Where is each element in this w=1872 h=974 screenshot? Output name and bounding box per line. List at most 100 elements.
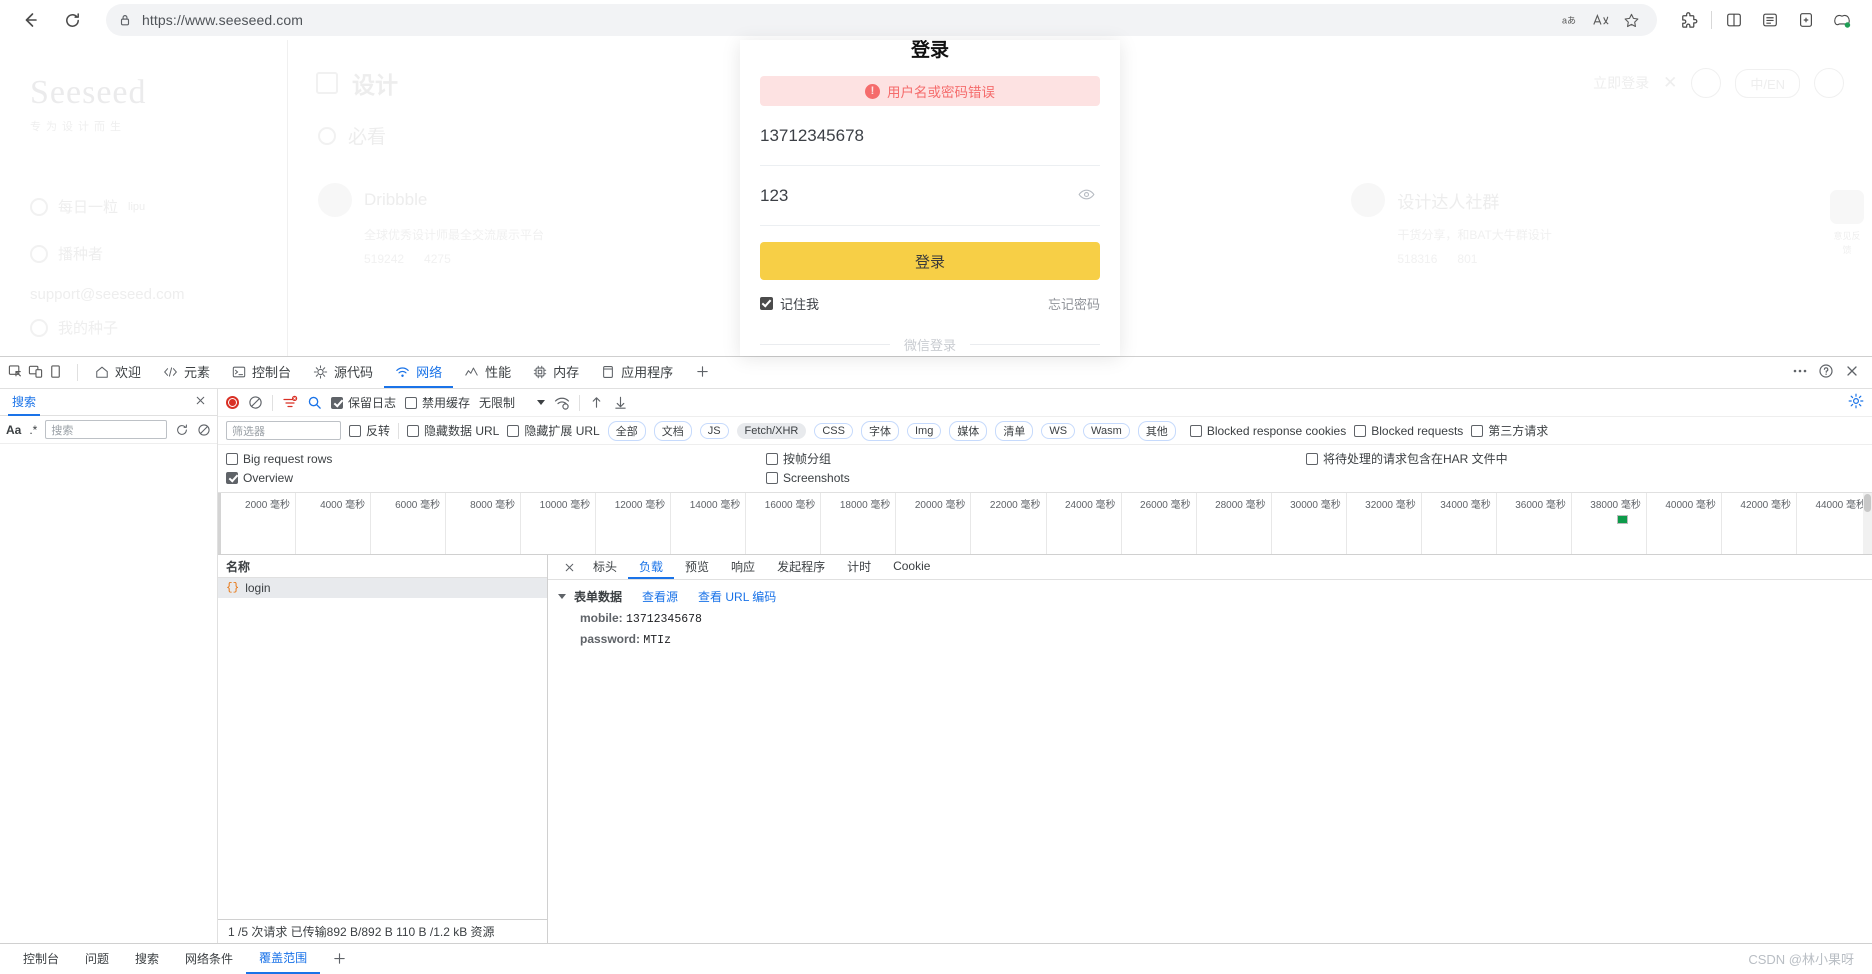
- hide-extension-urls-checkbox[interactable]: 隐藏扩展 URL: [507, 422, 600, 439]
- translate-icon[interactable]: [1587, 6, 1615, 34]
- back-button[interactable]: [14, 4, 46, 36]
- filter-chip-all[interactable]: 全部: [607, 420, 646, 441]
- extensions-icon[interactable]: [1673, 4, 1705, 36]
- read-aloud-icon[interactable]: aあ: [1557, 6, 1585, 34]
- forgot-password-link[interactable]: 忘记密码: [1048, 294, 1100, 313]
- network-overview-timeline[interactable]: 2000 毫秒 4000 毫秒 6000 毫秒 8000 毫秒 10000 毫秒 1200…: [218, 493, 1872, 555]
- detail-tab-headers[interactable]: 标头: [582, 555, 628, 579]
- tab-sources[interactable]: 源代码: [302, 357, 384, 388]
- invert-checkbox[interactable]: 反转: [349, 422, 390, 439]
- password-field[interactable]: 123: [760, 166, 1100, 226]
- checkbox-icon[interactable]: [766, 471, 778, 484]
- import-har-icon[interactable]: [589, 395, 604, 410]
- remember-me-checkbox[interactable]: 记住我: [760, 294, 819, 313]
- drawer-tab-coverage[interactable]: 覆盖范围: [246, 943, 321, 974]
- tab-application[interactable]: 应用程序: [590, 357, 684, 388]
- third-party-checkbox[interactable]: 第三方请求: [1471, 422, 1548, 439]
- close-icon[interactable]: [1844, 363, 1860, 382]
- refresh-icon[interactable]: [175, 423, 189, 437]
- checkbox-icon[interactable]: [226, 452, 238, 465]
- sidebar-item-email[interactable]: support@seeseed.com: [30, 286, 287, 303]
- filter-chip-doc[interactable]: 文档: [653, 420, 692, 441]
- drawer-tab-issues[interactable]: 问题: [72, 944, 122, 974]
- detail-tab-payload[interactable]: 负载: [628, 555, 675, 579]
- regex-button[interactable]: .*: [29, 423, 37, 437]
- chevron-down-icon[interactable]: [558, 594, 566, 599]
- blocked-response-cookies-checkbox[interactable]: Blocked response cookies: [1189, 424, 1346, 438]
- drawer-tab-network-conditions[interactable]: 网络条件: [172, 944, 246, 974]
- tab-elements[interactable]: 元素: [152, 357, 221, 388]
- filter-chip-font[interactable]: 字体: [860, 420, 899, 441]
- help-icon[interactable]: [1818, 363, 1834, 382]
- view-source-link[interactable]: 查看源: [642, 588, 678, 605]
- plus-icon[interactable]: [320, 951, 359, 966]
- favorite-star-icon[interactable]: [1617, 6, 1645, 34]
- eye-icon[interactable]: [1077, 185, 1096, 207]
- detail-tab-preview[interactable]: 预览: [674, 555, 720, 579]
- drawer-tab-search[interactable]: 搜索: [122, 944, 172, 974]
- filter-chip-js[interactable]: JS: [699, 422, 729, 439]
- filter-input[interactable]: 筛选器: [226, 421, 341, 440]
- login-submit-button[interactable]: 登录: [760, 242, 1100, 280]
- filter-chip-fetch-xhr[interactable]: Fetch/XHR: [736, 422, 807, 439]
- tab-performance[interactable]: 性能: [453, 357, 522, 388]
- disable-cache-checkbox[interactable]: 禁用缓存: [405, 394, 470, 411]
- inspect-element-icon[interactable]: [8, 364, 23, 382]
- record-icon[interactable]: [226, 396, 239, 409]
- throttling-select[interactable]: 无限制: [479, 394, 546, 411]
- clear-icon[interactable]: [248, 395, 263, 410]
- clear-icon[interactable]: [197, 423, 211, 437]
- filter-chip-wasm[interactable]: Wasm: [1083, 422, 1130, 439]
- network-conditions-icon[interactable]: [554, 395, 570, 411]
- search-input[interactable]: 搜索: [45, 420, 167, 439]
- close-icon[interactable]: ✕: [1663, 73, 1677, 93]
- reload-button[interactable]: [56, 4, 88, 36]
- search-pane-tab[interactable]: 搜索: [8, 389, 41, 416]
- overview-scrollbar[interactable]: [1863, 493, 1872, 554]
- copilot-icon[interactable]: [1826, 4, 1858, 36]
- website-card[interactable]: Dribbble 全球优秀设计师最全交流展示平台 519242 4275: [318, 183, 809, 266]
- request-list-header[interactable]: 名称: [218, 555, 547, 578]
- device-toolbar-icon[interactable]: [28, 364, 43, 382]
- preserve-log-checkbox[interactable]: 保留日志: [331, 394, 396, 411]
- tab-welcome[interactable]: 欢迎: [84, 357, 152, 388]
- address-bar[interactable]: https://www.seeseed.com aあ: [106, 4, 1657, 36]
- tab-console[interactable]: 控制台: [221, 357, 302, 388]
- dock-side-icon[interactable]: [48, 364, 63, 382]
- website-card[interactable]: 设计达人社群 干货分享，和BAT大牛群设计 518316 801: [1351, 183, 1842, 266]
- language-toggle[interactable]: 中/EN: [1735, 68, 1800, 98]
- filter-chip-other[interactable]: 其他: [1137, 420, 1176, 441]
- favorites-bar-icon[interactable]: [1790, 4, 1822, 36]
- filter-chip-css[interactable]: CSS: [814, 422, 853, 439]
- filter-chip-img[interactable]: Img: [906, 422, 942, 439]
- add-tab-button[interactable]: [684, 357, 721, 388]
- export-har-icon[interactable]: [613, 395, 628, 410]
- filter-icon[interactable]: [282, 395, 298, 411]
- more-options-icon[interactable]: [1792, 363, 1808, 382]
- share-icon[interactable]: [1691, 68, 1722, 98]
- feedback-rail[interactable]: 意见反馈: [1830, 190, 1864, 257]
- filter-chip-manifest[interactable]: 清单: [995, 420, 1034, 441]
- detail-tab-initiator[interactable]: 发起程序: [766, 555, 836, 579]
- login-link[interactable]: 立即登录: [1593, 73, 1649, 93]
- collections-icon[interactable]: [1754, 4, 1786, 36]
- filter-chip-ws[interactable]: WS: [1041, 422, 1076, 439]
- detail-tab-timing[interactable]: 计时: [836, 555, 882, 579]
- tab-memory[interactable]: 内存: [522, 357, 590, 388]
- close-icon[interactable]: [556, 555, 582, 579]
- settings-gear-icon[interactable]: [1848, 393, 1864, 412]
- mobile-field[interactable]: 13712345678: [760, 106, 1100, 166]
- sidebar-item-myseeds[interactable]: 我的种子: [30, 317, 287, 338]
- wechat-login-label[interactable]: 微信登录: [904, 335, 956, 354]
- sidebar-item-sower[interactable]: 播种者: [30, 243, 287, 264]
- split-screen-icon[interactable]: [1718, 4, 1750, 36]
- table-row[interactable]: {} login: [218, 578, 547, 598]
- blocked-requests-checkbox[interactable]: Blocked requests: [1354, 424, 1463, 438]
- filter-chip-media[interactable]: 媒体: [949, 420, 988, 441]
- checkbox-checked-icon[interactable]: [226, 471, 238, 484]
- detail-tab-cookies[interactable]: Cookie: [882, 555, 941, 579]
- close-icon[interactable]: [184, 394, 217, 410]
- view-url-encoded-link[interactable]: 查看 URL 编码: [698, 588, 776, 605]
- search-icon[interactable]: [307, 395, 322, 410]
- hide-data-urls-checkbox[interactable]: 隐藏数据 URL: [407, 422, 499, 439]
